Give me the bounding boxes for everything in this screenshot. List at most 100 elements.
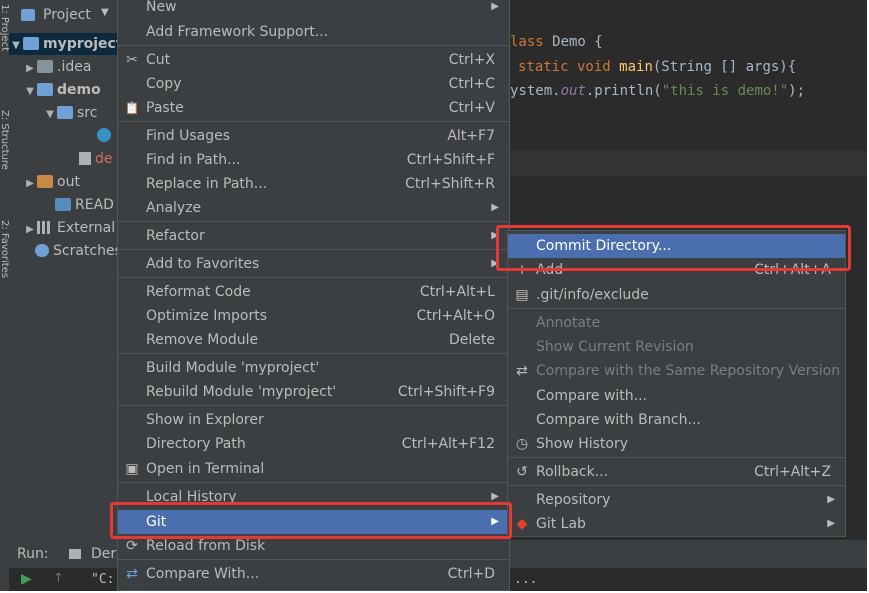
clock-icon: ◷: [515, 436, 529, 452]
menu-item-reload-from-disk[interactable]: ⟳ Reload from Disk: [118, 534, 509, 558]
tree-item-out[interactable]: ▶ out: [9, 171, 133, 193]
menu-item-rebuild-module[interactable]: Rebuild Module 'myproject' Ctrl+Shift+F9: [118, 380, 509, 404]
git-add[interactable]: + Add Ctrl+Alt+A: [508, 258, 845, 282]
clipboard-icon: 📋: [124, 101, 140, 115]
tree-item-label: External l: [57, 220, 124, 236]
git-compare-with[interactable]: Compare with...: [508, 384, 845, 408]
tree-item-label: .idea: [57, 59, 92, 75]
menu-item-git[interactable]: Git ▶: [118, 510, 509, 534]
menu-item-optimize-imports[interactable]: Optimize Imports Ctrl+Alt+O: [118, 304, 509, 328]
collapse-arrow-icon[interactable]: ▶: [23, 173, 37, 195]
git-rollback[interactable]: ↺ Rollback... Ctrl+Alt+Z: [508, 460, 845, 484]
git-compare-same-repo-version[interactable]: ⇄ Compare with the Same Repository Versio…: [508, 359, 845, 383]
menu-item-add-framework-support[interactable]: Add Framework Support...: [118, 20, 509, 44]
menu-item-open-in-terminal[interactable]: ▣ Open in Terminal: [118, 457, 509, 481]
folder-icon: [23, 37, 39, 50]
menu-item-cut[interactable]: ✂ Cut Ctrl+X: [118, 48, 509, 72]
chevron-down-icon[interactable]: ▼: [101, 7, 109, 18]
tree-item-label: demo: [57, 82, 101, 98]
git-submenu: Commit Directory... + Add Ctrl+Alt+A ▤ .git…: [507, 230, 846, 537]
menu-separator: [508, 457, 845, 458]
menu-item-local-history[interactable]: Local History ▶: [118, 485, 509, 509]
menu-item-reformat-code[interactable]: Reformat Code Ctrl+Alt+L: [118, 280, 509, 304]
git-commit-directory[interactable]: Commit Directory...: [508, 234, 845, 258]
tree-item-label: READ: [75, 197, 114, 213]
menu-separator: [118, 249, 509, 250]
menu-item-replace-in-path[interactable]: Replace in Path... Ctrl+Shift+R: [118, 172, 509, 196]
compare-icon: ⇄: [126, 566, 138, 582]
menu-item-copy[interactable]: Copy Ctrl+C: [118, 72, 509, 96]
git-repository[interactable]: Repository ▶: [508, 488, 845, 512]
menu-item-refactor[interactable]: Refactor ▶: [118, 224, 509, 248]
menu-separator: [118, 405, 509, 406]
menu-item-new[interactable]: New ▶: [118, 0, 509, 19]
git-compare-with-branch[interactable]: Compare with Branch...: [508, 408, 845, 432]
git-show-history[interactable]: ◷ Show History: [508, 432, 845, 456]
scratches-icon: [35, 244, 49, 257]
tree-item-label: myproject: [43, 36, 123, 52]
collapse-arrow-icon[interactable]: ▶: [23, 219, 37, 241]
git-info-exclude[interactable]: ▤ .git/info/exclude: [508, 283, 845, 307]
gitlab-icon: ◆: [516, 516, 528, 532]
menu-item-directory-path[interactable]: Directory Path Ctrl+Alt+F12: [118, 432, 509, 456]
menu-item-show-in-explorer[interactable]: Show in Explorer: [118, 408, 509, 432]
tree-item-idea[interactable]: ▶ .idea: [9, 56, 133, 78]
run-tab[interactable]: Der: [91, 546, 116, 562]
menu-separator: [118, 121, 509, 122]
markdown-file-icon: [55, 198, 71, 211]
menu-item-paste[interactable]: 📋 Paste Ctrl+V: [118, 96, 509, 120]
console-ellipsis: ...: [514, 572, 538, 587]
console-output: "C:: [91, 572, 115, 587]
menu-separator: [118, 482, 509, 483]
tree-item-label: src: [77, 105, 98, 121]
source-folder-icon: [57, 106, 73, 119]
project-view-icon: [21, 9, 35, 21]
run-label: Run:: [17, 546, 49, 562]
menu-item-find-usages[interactable]: Find Usages Alt+F7: [118, 124, 509, 148]
editor-breadcrumb-bar: [510, 150, 867, 176]
git-show-current-revision[interactable]: Show Current Revision: [508, 335, 845, 359]
expand-arrow-icon[interactable]: ▼: [43, 104, 57, 126]
run-play-icon[interactable]: ▶: [21, 571, 32, 587]
arrow-up-icon[interactable]: ↑: [53, 571, 64, 586]
excluded-folder-icon: [37, 175, 53, 188]
menu-separator: [118, 45, 509, 46]
tree-item-label: out: [57, 174, 80, 190]
file-icon: ▤: [515, 287, 529, 303]
code-line-2: static void main(String [] args){: [518, 59, 797, 75]
expand-arrow-icon[interactable]: ▼: [9, 35, 23, 57]
collapse-arrow-icon[interactable]: ▶: [23, 58, 37, 80]
reload-icon: ⟳: [126, 538, 138, 554]
context-menu: New ▶ Add Framework Support... ✂ Cut Ctrl+X…: [117, 0, 510, 591]
menu-separator: [508, 308, 845, 309]
menu-item-analyze[interactable]: Analyze ▶: [118, 196, 509, 220]
menu-item-build-module[interactable]: Build Module 'myproject': [118, 356, 509, 380]
folder-icon: [37, 60, 53, 73]
code-line-1: lass Demo {: [510, 34, 603, 50]
git-gitlab[interactable]: ◆ Git Lab ▶: [508, 512, 845, 536]
menu-separator: [508, 485, 845, 486]
menu-separator: [118, 221, 509, 222]
git-annotate[interactable]: Annotate: [508, 311, 845, 335]
module-folder-icon: [37, 83, 53, 96]
tree-item-external-libraries[interactable]: ▶ External l: [9, 217, 133, 239]
menu-item-add-to-favorites[interactable]: Add to Favorites ▶: [118, 252, 509, 276]
menu-item-find-in-path[interactable]: Find in Path... Ctrl+Shift+F: [118, 148, 509, 172]
menu-item-compare-with[interactable]: ⇄ Compare With... Ctrl+D: [118, 562, 509, 586]
libraries-icon: [37, 221, 53, 234]
console-icon: [69, 549, 81, 559]
tree-item-myproject[interactable]: ▼ myproject: [9, 33, 123, 57]
plus-icon: +: [516, 262, 528, 278]
compare-icon: ⇄: [516, 363, 528, 379]
menu-item-remove-module[interactable]: Remove Module Delete: [118, 328, 509, 352]
menu-separator: [118, 277, 509, 278]
menu-separator: [118, 353, 509, 354]
tree-item-label: Scratches: [53, 243, 122, 259]
project-panel: Project ▼ ▼ myproject ▶ .idea ▼ demo ▼ src d…: [9, 0, 123, 540]
project-panel-title[interactable]: Project: [43, 7, 91, 23]
project-panel-header: Project ▼: [9, 4, 119, 28]
expand-arrow-icon[interactable]: ▼: [23, 81, 37, 103]
tree-item-demo[interactable]: ▼ demo: [9, 79, 133, 101]
ide-window: 1: Project Z: Structure 2: Favorites Pro…: [0, 0, 867, 591]
terminal-icon: ▣: [125, 461, 139, 477]
